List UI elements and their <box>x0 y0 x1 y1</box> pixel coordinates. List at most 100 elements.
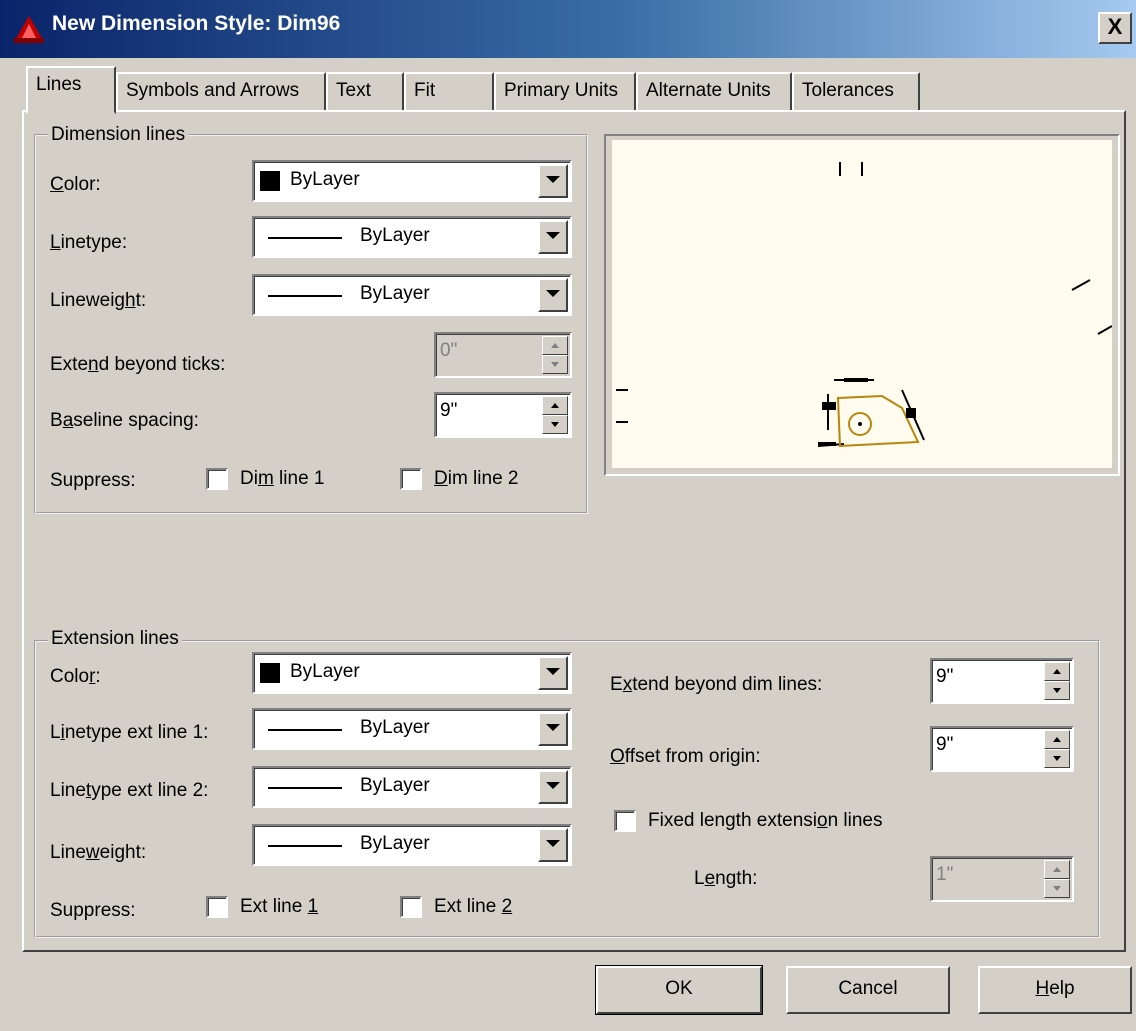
arrow-down-icon <box>551 422 559 427</box>
dropdown-button[interactable] <box>538 828 568 862</box>
extend-beyond-dim-label: Extend beyond dim lines: <box>610 674 823 695</box>
dropdown-button[interactable] <box>538 220 568 254</box>
extend-beyond-dim-spinner[interactable]: 9" <box>930 658 1074 704</box>
tab-label: Primary Units <box>504 80 619 101</box>
offset-from-origin-label: Offset from origin: <box>610 746 761 767</box>
tab-tolerances[interactable]: Tolerances <box>792 72 920 112</box>
lineweight-sample <box>268 295 342 297</box>
dim-line-1-label[interactable]: Dim line 1 <box>240 468 324 490</box>
spin-up-button[interactable] <box>542 336 568 355</box>
preview-panel <box>604 134 1120 476</box>
linetype-ext1-value: ByLayer <box>360 717 430 738</box>
title-bar[interactable]: New Dimension Style: Dim96 X <box>0 0 1136 58</box>
linetype-ext1-combo[interactable]: ByLayer <box>252 708 572 750</box>
spin-down-button[interactable] <box>1044 749 1070 768</box>
color-swatch <box>260 663 280 683</box>
dropdown-button[interactable] <box>538 656 568 690</box>
dim-line-1-checkbox[interactable] <box>206 468 228 490</box>
tab-label: Fit <box>414 80 436 101</box>
ext-line-1-label[interactable]: Ext line 1 <box>240 896 318 918</box>
arrow-down-icon <box>1053 886 1061 891</box>
arrow-down-icon <box>1053 688 1061 693</box>
tab-alternate-units[interactable]: Alternate Units <box>636 72 792 112</box>
tab-label: Tolerances <box>802 80 894 101</box>
spin-down-button[interactable] <box>1044 879 1070 898</box>
color-swatch <box>260 171 280 191</box>
tab-label: Symbols and Arrows <box>126 80 300 101</box>
linetype-ext2-value: ByLayer <box>360 775 430 796</box>
baseline-spacing-label: Baseline spacing: <box>50 410 199 431</box>
dropdown-button[interactable] <box>538 770 568 804</box>
spin-up-button[interactable] <box>1044 730 1070 749</box>
ext-line-2-label[interactable]: Ext line 2 <box>434 896 512 918</box>
spin-down-button[interactable] <box>542 415 568 434</box>
dim-linetype-value: ByLayer <box>360 225 430 246</box>
extend-beyond-ticks-spinner[interactable]: 0" <box>434 332 572 378</box>
dropdown-button[interactable] <box>538 278 568 312</box>
chevron-down-icon <box>546 232 560 239</box>
spin-down-button[interactable] <box>1044 681 1070 700</box>
arrow-up-icon <box>1053 737 1061 742</box>
preview-canvas <box>612 140 1113 468</box>
baseline-spacing-spinner[interactable]: 9" <box>434 392 572 438</box>
tab-symbols-and-arrows[interactable]: Symbols and Arrows <box>116 72 326 112</box>
linetype-sample <box>268 729 342 731</box>
ext-color-label: Color: <box>50 666 101 687</box>
offset-from-origin-spinner[interactable]: 9" <box>930 726 1074 772</box>
length-spinner[interactable]: 1" <box>930 856 1074 902</box>
tab-lines[interactable]: Lines <box>26 66 116 114</box>
extension-lines-legend: Extension lines <box>48 628 182 650</box>
dim-linetype-label: Linetype: <box>50 232 128 253</box>
baseline-spacing-value: 9" <box>440 400 458 421</box>
tab-fit[interactable]: Fit <box>404 72 494 112</box>
spin-up-button[interactable] <box>1044 662 1070 681</box>
ext-lineweight-value: ByLayer <box>360 833 430 854</box>
tab-label: Text <box>336 80 371 101</box>
ext-color-combo[interactable]: ByLayer <box>252 652 572 694</box>
ext-suppress-label: Suppress: <box>50 900 136 921</box>
offset-from-origin-value: 9" <box>936 734 954 755</box>
dimension-preview-drawing <box>616 162 1113 448</box>
linetype-sample <box>268 237 342 239</box>
chevron-down-icon <box>546 724 560 731</box>
cancel-button[interactable]: Cancel <box>786 966 950 1014</box>
tab-text[interactable]: Text <box>326 72 404 112</box>
spin-up-button[interactable] <box>542 396 568 415</box>
dim-lineweight-combo[interactable]: ByLayer <box>252 274 572 316</box>
spin-down-button[interactable] <box>542 355 568 374</box>
extend-beyond-ticks-value: 0" <box>440 340 458 361</box>
help-button[interactable]: Help <box>978 966 1132 1014</box>
dim-suppress-label: Suppress: <box>50 470 136 491</box>
linetype-ext2-label: Linetype ext line 2: <box>50 780 209 801</box>
dropdown-button[interactable] <box>538 164 568 198</box>
close-icon: X <box>1107 14 1123 39</box>
spin-up-button[interactable] <box>1044 860 1070 879</box>
arrow-down-icon <box>551 362 559 367</box>
dim-color-value: ByLayer <box>290 169 360 190</box>
fixed-length-label[interactable]: Fixed length extension lines <box>648 810 883 832</box>
dropdown-button[interactable] <box>538 712 568 746</box>
dim-line-2-checkbox[interactable] <box>400 468 422 490</box>
tab-primary-units[interactable]: Primary Units <box>494 72 636 112</box>
dimension-lines-legend: Dimension lines <box>48 124 189 146</box>
dim-color-label: Color: <box>50 174 101 195</box>
linetype-ext2-combo[interactable]: ByLayer <box>252 766 572 808</box>
ext-line-2-checkbox[interactable] <box>400 896 422 918</box>
arrow-up-icon <box>551 403 559 408</box>
fixed-length-checkbox[interactable] <box>614 810 636 832</box>
ok-button[interactable]: OK <box>595 965 763 1015</box>
window-title: New Dimension Style: Dim96 <box>52 12 341 35</box>
ext-line-1-checkbox[interactable] <box>206 896 228 918</box>
dim-line-2-label[interactable]: Dim line 2 <box>434 468 518 490</box>
linetype-sample <box>268 787 342 789</box>
length-value: 1" <box>936 864 954 885</box>
dim-linetype-combo[interactable]: ByLayer <box>252 216 572 258</box>
tab-label: Alternate Units <box>646 80 771 101</box>
dim-color-combo[interactable]: ByLayer <box>252 160 572 202</box>
dim-lineweight-label: Lineweight: <box>50 290 147 311</box>
arrow-up-icon <box>551 343 559 348</box>
chevron-down-icon <box>546 176 560 183</box>
close-button[interactable]: X <box>1098 12 1132 44</box>
autocad-app-icon <box>14 16 44 43</box>
ext-lineweight-combo[interactable]: ByLayer <box>252 824 572 866</box>
